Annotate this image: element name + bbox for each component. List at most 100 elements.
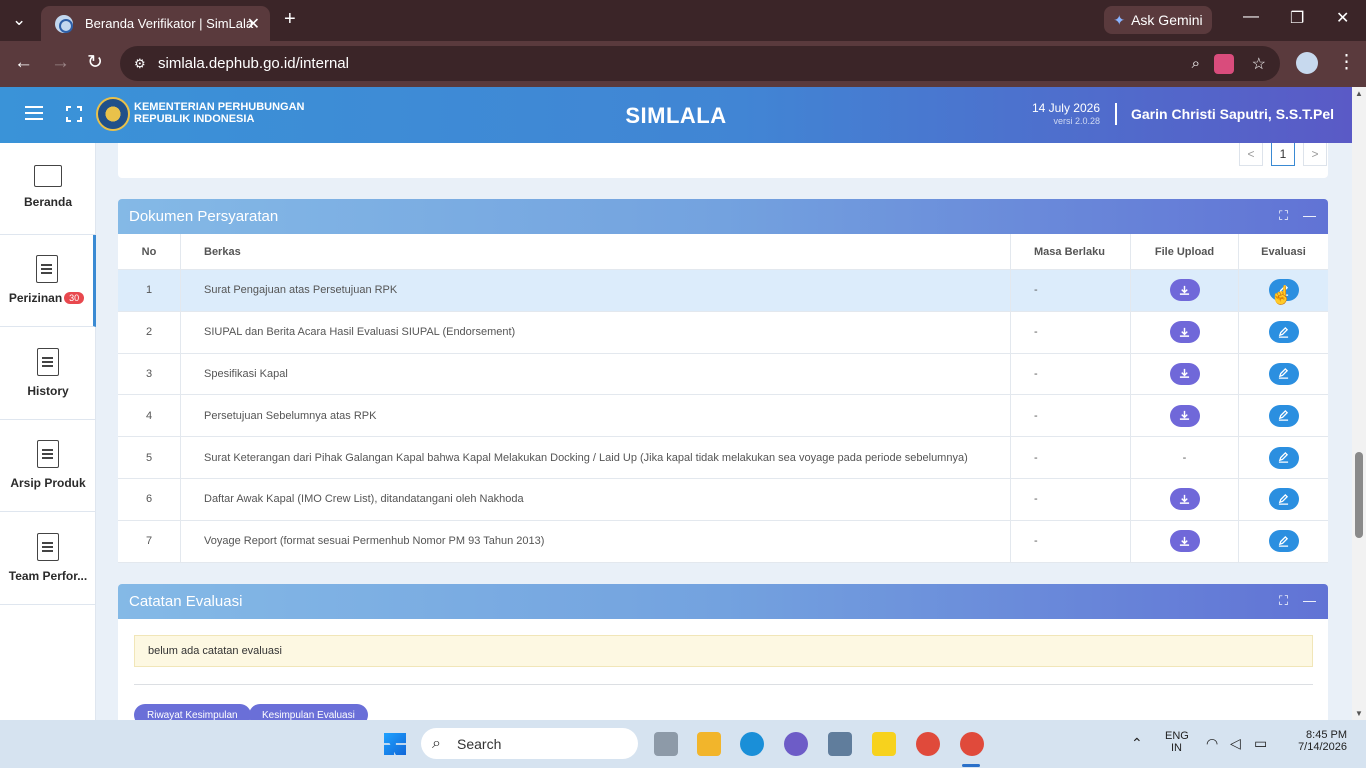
scrollbar-thumb[interactable] (1355, 452, 1363, 538)
address-bar[interactable]: ⚙ simlala.dephub.go.id/internal ⌕ ☆ (120, 46, 1280, 81)
dokumen-panel-title: Dokumen Persyaratan (129, 208, 279, 225)
app-header: KEMENTERIAN PERHUBUNGAN REPUBLIK INDONES… (0, 87, 1352, 143)
close-window-icon[interactable]: ✕ (1336, 8, 1349, 28)
evaluate-edit-button[interactable] (1268, 446, 1299, 469)
zoom-icon[interactable]: ⌕ (1192, 55, 1200, 72)
edge-icon[interactable] (740, 732, 764, 756)
sidebar-item-team-performance[interactable]: Team Perfor... (0, 513, 96, 605)
favicon-icon (55, 14, 73, 33)
close-tab-icon[interactable]: ✕ (247, 14, 260, 34)
row-file-upload (1130, 270, 1238, 311)
row-masa-berlaku: - (1010, 437, 1130, 478)
evaluate-edit-button[interactable] (1268, 362, 1299, 385)
browser-tab[interactable]: Beranda Verifikator | SimLala ✕ (41, 6, 270, 41)
perizinan-count-badge: 30 (64, 292, 85, 304)
sticky-notes-icon[interactable] (872, 732, 896, 756)
download-button[interactable] (1169, 321, 1200, 344)
edit-icon (1278, 535, 1289, 547)
app-icon[interactable] (784, 732, 808, 756)
row-berkas: SIUPAL dan Berita Acara Hasil Evaluasi S… (204, 326, 516, 339)
back-icon[interactable]: ← (14, 52, 33, 74)
search-placeholder: Search (457, 735, 502, 752)
collapse-icon[interactable]: — (1303, 593, 1316, 608)
active-app-indicator (962, 764, 980, 767)
forward-icon[interactable]: → (51, 52, 70, 74)
col-evaluasi: Evaluasi (1238, 234, 1328, 269)
new-tab-button[interactable]: + (284, 9, 296, 29)
sidebar-item-perizinan[interactable]: Perizinan 30 (0, 235, 96, 327)
row-evaluasi (1238, 311, 1328, 353)
collapse-icon[interactable]: — (1303, 208, 1316, 223)
scroll-down-icon[interactable]: ▼ (1355, 709, 1363, 718)
tab-search-icon[interactable]: ⌄ (12, 10, 26, 30)
table-row: 2 SIUPAL dan Berita Acara Hasil Evaluasi … (118, 311, 1328, 354)
evaluate-edit-button[interactable] (1268, 404, 1299, 427)
camera-icon[interactable] (828, 732, 852, 756)
document-icon (37, 440, 59, 468)
row-masa-berlaku: - (1010, 353, 1130, 395)
main-content: < 1 > Dokumen Persyaratan ⛶ — No Berkas … (97, 143, 1352, 720)
expand-icon[interactable]: ⛶ (1279, 208, 1288, 224)
gemini-icon: ✦ (1113, 11, 1126, 28)
scroll-up-icon[interactable]: ▲ (1355, 89, 1363, 98)
sidebar-item-arsip-produk[interactable]: Arsip Produk (0, 420, 96, 512)
page-scrollbar[interactable]: ▲ ▼ (1352, 87, 1366, 720)
riwayat-kesimpulan-button[interactable]: Riwayat Kesimpulan (134, 704, 251, 720)
ask-gemini-button[interactable]: ✦ Ask Gemini (1104, 6, 1212, 34)
bookmark-star-icon[interactable]: ☆ (1252, 54, 1266, 74)
clock[interactable]: 8:45 PM 7/14/2026 (1295, 729, 1347, 753)
monitor-icon (34, 165, 62, 187)
minimize-icon[interactable]: — (1243, 8, 1259, 26)
wifi-icon[interactable]: ◠ (1206, 735, 1218, 752)
row-berkas: Voyage Report (format sesuai Permenhub N… (204, 535, 545, 548)
task-view-icon[interactable] (654, 732, 678, 756)
table-header: No Berkas Masa Berlaku File Upload Evalu… (118, 234, 1328, 270)
chrome-profile-icon[interactable] (960, 732, 984, 756)
row-evaluasi (1238, 520, 1328, 562)
sidebar-item-beranda[interactable]: Beranda (0, 143, 96, 235)
file-explorer-icon[interactable] (697, 732, 721, 756)
user-name[interactable]: Garin Christi Saputri, S.S.T.Pel (1131, 106, 1334, 122)
row-no: 3 (118, 353, 181, 395)
reload-icon[interactable]: ↻ (87, 52, 103, 74)
volume-icon[interactable]: ◁ (1230, 735, 1241, 752)
download-button[interactable] (1169, 404, 1200, 427)
kesimpulan-evaluasi-button[interactable]: Kesimpulan Evaluasi (249, 704, 368, 720)
no-file-text: - (1182, 451, 1187, 464)
table-row: 3 Spesifikasi Kapal - (118, 353, 1328, 396)
sidebar-item-history[interactable]: History (0, 328, 96, 420)
table-row: 6 Daftar Awak Kapal (IMO Crew List), dita… (118, 478, 1328, 521)
expand-icon[interactable]: ⛶ (1279, 593, 1288, 609)
row-masa-berlaku: - (1010, 311, 1130, 353)
start-icon[interactable] (384, 733, 406, 755)
battery-icon[interactable]: ▭ (1254, 735, 1267, 752)
pagination-prev[interactable]: < (1239, 143, 1263, 166)
pagination-next[interactable]: > (1303, 143, 1327, 166)
sidebar: Beranda Perizinan 30 History Arsip Produk… (0, 143, 96, 720)
profile-avatar[interactable] (1296, 52, 1318, 74)
tray-chevron-icon[interactable]: ⌃ (1131, 735, 1143, 752)
download-button[interactable] (1169, 530, 1200, 553)
catatan-panel-body: belum ada catatan evaluasi Riwayat Kesim… (118, 619, 1328, 720)
edit-icon (1278, 410, 1289, 422)
col-file-upload: File Upload (1130, 234, 1238, 269)
header-divider (1115, 103, 1117, 125)
row-file-upload (1130, 395, 1238, 437)
evaluate-edit-button[interactable] (1268, 321, 1299, 344)
taskbar-search[interactable]: ⌕ Search (421, 728, 638, 759)
site-info-icon[interactable]: ⚙ (134, 56, 146, 72)
download-button[interactable] (1169, 362, 1200, 385)
download-button[interactable] (1169, 279, 1200, 302)
lang-code: ENG (1165, 730, 1189, 742)
download-button[interactable] (1169, 488, 1200, 511)
maximize-icon[interactable]: ❐ (1290, 8, 1304, 28)
evaluate-edit-button[interactable] (1268, 488, 1299, 511)
chrome-menu-icon[interactable]: ⋮ (1337, 52, 1356, 74)
language-indicator[interactable]: ENG IN (1165, 730, 1189, 754)
install-app-icon[interactable] (1214, 53, 1234, 74)
row-berkas: Spesifikasi Kapal (204, 367, 288, 380)
row-evaluasi (1238, 478, 1328, 520)
pagination-page[interactable]: 1 (1271, 143, 1295, 166)
evaluate-edit-button[interactable] (1268, 530, 1299, 553)
chrome-icon[interactable] (916, 732, 940, 756)
